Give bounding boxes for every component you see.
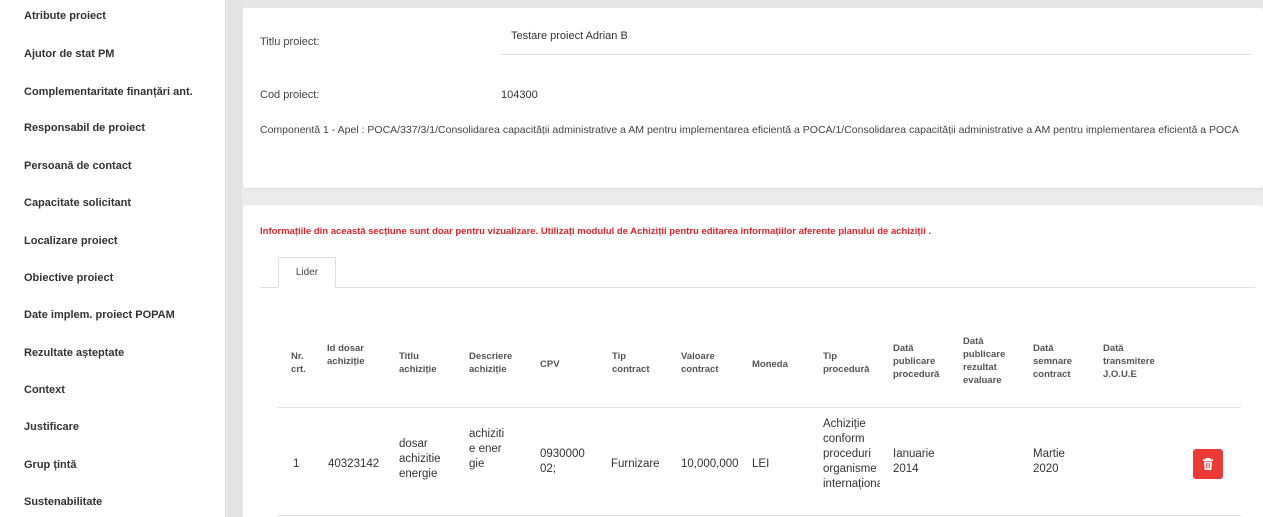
sidebar-item-date-implem[interactable]: Date implem. proiect POPAM bbox=[24, 309, 175, 321]
col-header-data-joue: Dată transmitere J.O.U.E bbox=[1103, 343, 1155, 380]
sidebar-item-responsabil[interactable]: Responsabil de proiect bbox=[24, 122, 145, 134]
sidebar-nav: Atribute proiect Ajutor de stat PM Compl… bbox=[0, 0, 226, 517]
col-header-moneda: Moneda bbox=[752, 359, 788, 370]
cell-titlu: dosar achizitie energie bbox=[399, 438, 441, 480]
sidebar-item-justificare[interactable]: Justificare bbox=[24, 421, 79, 433]
col-header-id-dosar: Id dosar achiziție bbox=[327, 343, 365, 367]
layout-gutter bbox=[227, 0, 242, 517]
col-header-titlu: Titlu achiziție bbox=[399, 351, 437, 375]
cell-data-semnare: Martie 2020 bbox=[1033, 448, 1065, 475]
project-code-label: Cod proiect: bbox=[260, 89, 320, 101]
sidebar-item-context[interactable]: Context bbox=[24, 384, 65, 396]
cell-id-dosar: 40323142 bbox=[328, 458, 380, 470]
sidebar-item-persoana-contact[interactable]: Persoană de contact bbox=[24, 160, 132, 172]
sidebar-item-complementaritate[interactable]: Complementaritate finanțări ant. bbox=[24, 86, 193, 98]
cell-moneda: LEI bbox=[752, 458, 770, 470]
project-title-divider bbox=[501, 54, 1251, 55]
cell-valoare: 10,000,000 bbox=[681, 458, 739, 470]
sidebar-item-grup-tinta[interactable]: Grup țintă bbox=[24, 459, 77, 471]
tabs-divider bbox=[260, 287, 1255, 288]
table-header-divider bbox=[277, 407, 1241, 408]
cell-tip-procedura: Achiziție conform proceduri organisme in… bbox=[823, 418, 880, 490]
sidebar-item-obiective[interactable]: Obiective proiect bbox=[24, 272, 113, 284]
col-header-data-semnare: Dată semnare contract bbox=[1033, 343, 1073, 380]
project-info-card: Titlu proiect: Testare proiect Adrian B … bbox=[243, 8, 1263, 188]
cell-descriere: achizitie energie bbox=[469, 428, 505, 470]
project-code-value: 104300 bbox=[501, 89, 538, 101]
project-component-text: Componentă 1 - Apel : POCA/337/3/1/Conso… bbox=[260, 124, 1239, 136]
sidebar-item-ajutor-de-stat[interactable]: Ajutor de stat PM bbox=[24, 48, 114, 60]
project-title-value: Testare proiect Adrian B bbox=[511, 30, 628, 42]
col-header-valoare: Valoare contract bbox=[681, 351, 719, 375]
sidebar-item-rezultate[interactable]: Rezultate așteptate bbox=[24, 347, 124, 359]
sidebar-item-sustenabilitate[interactable]: Sustenabilitate bbox=[24, 496, 102, 508]
cell-data-publicare: Ianuarie 2014 bbox=[893, 448, 935, 475]
project-title-label: Titlu proiect: bbox=[260, 36, 320, 48]
cell-tip-contract: Furnizare bbox=[611, 458, 660, 470]
sidebar-item-atribute-proiect[interactable]: Atribute proiect bbox=[24, 10, 106, 22]
col-header-tip-procedura: Tip procedură bbox=[823, 351, 870, 375]
delete-row-button[interactable] bbox=[1193, 449, 1223, 479]
col-header-tip-contract: Tip contract bbox=[612, 351, 650, 375]
sidebar-item-capacitate[interactable]: Capacitate solicitant bbox=[24, 197, 131, 209]
top-strip bbox=[242, 0, 1263, 8]
tab-lider[interactable]: Lider bbox=[278, 257, 336, 288]
sidebar-item-localizare[interactable]: Localizare proiect bbox=[24, 235, 118, 247]
col-header-cpv: CPV bbox=[540, 359, 560, 370]
trash-icon bbox=[1203, 458, 1213, 470]
readonly-warning: Informațiile din această secțiune sunt d… bbox=[260, 226, 932, 237]
col-header-data-rezultat: Dată publicare rezultat evaluare bbox=[963, 336, 1006, 386]
table-row-divider bbox=[277, 515, 1241, 516]
cell-nr-crt: 1 bbox=[293, 458, 300, 470]
acquisitions-card: Informațiile din această secțiune sunt d… bbox=[243, 205, 1263, 517]
col-header-descriere: Descriere achiziție bbox=[469, 351, 513, 375]
col-header-nr-crt: Nr. crt. bbox=[291, 351, 306, 375]
col-header-data-publicare: Dată publicare procedură bbox=[893, 343, 940, 380]
cell-cpv: 093000002; bbox=[540, 448, 585, 475]
